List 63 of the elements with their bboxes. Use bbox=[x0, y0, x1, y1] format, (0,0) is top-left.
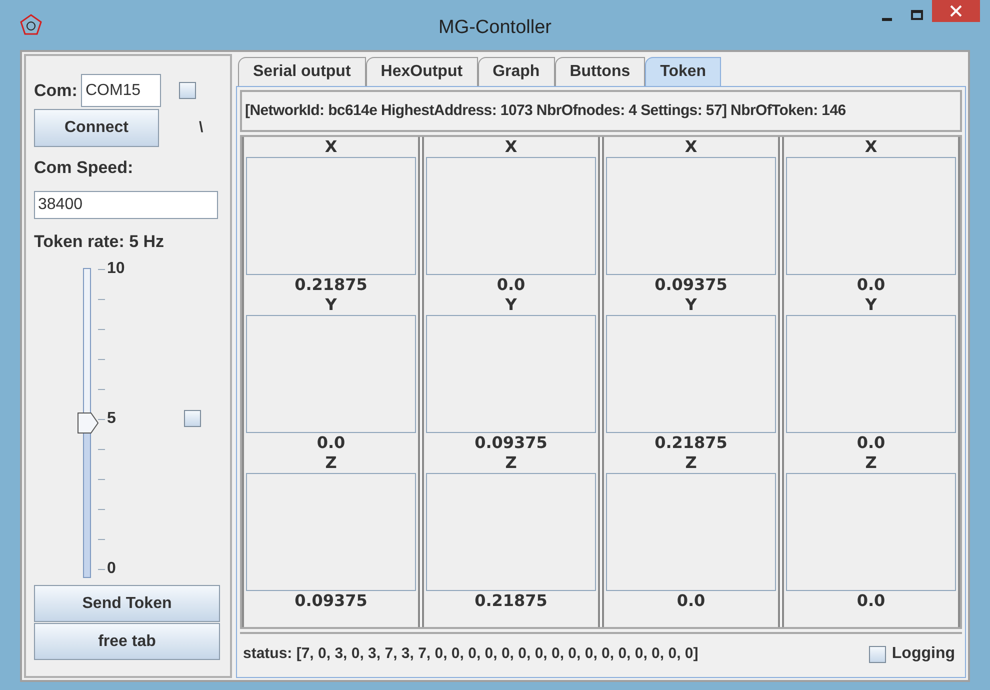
slider-tick bbox=[98, 479, 105, 480]
tab[interactable]: Serial output bbox=[238, 57, 366, 86]
axis-label: X bbox=[864, 137, 878, 157]
axis-reading: 0.09375 bbox=[654, 275, 728, 295]
axis-label: Z bbox=[505, 453, 517, 473]
slider-thumb[interactable] bbox=[77, 412, 99, 434]
window-title: MG-Contoller bbox=[438, 16, 552, 40]
slider-tick bbox=[98, 329, 105, 330]
axis-reading: 0.09375 bbox=[294, 591, 368, 611]
slider-tick bbox=[98, 269, 105, 270]
slider-tick bbox=[98, 359, 105, 360]
axis-label: X bbox=[324, 137, 338, 157]
axis-reading: 0.21875 bbox=[294, 275, 368, 295]
tab[interactable]: HexOutput bbox=[366, 57, 478, 86]
rate-label: Token rate: 5 Hz bbox=[34, 230, 166, 252]
close-icon bbox=[950, 5, 962, 17]
axis-reading: 0.0 bbox=[856, 591, 886, 611]
axis-reading: 0.21875 bbox=[474, 591, 548, 611]
tab[interactable]: Graph bbox=[478, 57, 555, 86]
speed-field[interactable]: 38400 bbox=[34, 190, 218, 218]
axis-reading: 0.0 bbox=[316, 433, 346, 453]
axis-reading: 0.0 bbox=[676, 591, 706, 611]
busy-indicator: \ bbox=[199, 118, 204, 138]
action-button[interactable]: Send Token bbox=[34, 585, 220, 622]
slider-tick bbox=[98, 449, 105, 450]
com-field[interactable]: COM15 bbox=[81, 74, 162, 107]
axis-reading: 0.21875 bbox=[654, 433, 728, 453]
axis-reading: 0.09375 bbox=[474, 433, 548, 453]
com-label: Com: bbox=[34, 80, 78, 102]
action-button[interactable]: free tab bbox=[34, 623, 220, 660]
checkbox[interactable] bbox=[868, 646, 886, 662]
slider-tick bbox=[98, 299, 105, 300]
tab[interactable]: Buttons bbox=[554, 57, 646, 86]
tab[interactable]: Token bbox=[645, 57, 722, 86]
axis-label: Y bbox=[325, 295, 337, 315]
logging-label: Logging bbox=[892, 644, 955, 664]
axis-reading: 0.0 bbox=[856, 433, 886, 453]
slider-tick bbox=[98, 509, 105, 510]
slider-label: 0 bbox=[107, 561, 116, 577]
slider-tick bbox=[98, 389, 105, 390]
axis-reading: 0.0 bbox=[856, 275, 886, 295]
axis-reading: 0.0 bbox=[496, 275, 526, 295]
slider-label: 10 bbox=[107, 261, 125, 277]
connect-button[interactable]: Connect bbox=[34, 109, 159, 147]
checkbox[interactable] bbox=[184, 410, 201, 427]
slider-label: 5 bbox=[107, 411, 116, 427]
axis-label: Z bbox=[685, 453, 697, 473]
axis-label: Y bbox=[685, 295, 697, 315]
axis-label: Z bbox=[865, 453, 877, 473]
checkbox[interactable] bbox=[179, 82, 196, 99]
slider-tick bbox=[98, 419, 105, 420]
slider-tick bbox=[98, 569, 105, 570]
status-text: status: [7, 0, 3, 0, 3, 7, 3, 7, 0, 0, 0, 0, 0, 0, 0, 0, 0, 0, 0, 0, 0, 0, 0, 0] bbox=[243, 644, 698, 664]
network-info: [NetworkId: bc614e HighestAddress: 1073 NbrOfnodes: 4 Settings: 57] NbrOfToken: 146 bbox=[245, 100, 846, 121]
axis-label: Z bbox=[325, 453, 337, 473]
app-icon bbox=[20, 14, 42, 36]
slider-tick bbox=[98, 539, 105, 540]
axis-label: X bbox=[684, 137, 698, 157]
axis-label: Y bbox=[865, 295, 877, 315]
close-button[interactable] bbox=[932, 0, 980, 22]
axis-label: X bbox=[504, 137, 518, 157]
speed-label: Com Speed: bbox=[34, 157, 134, 179]
axis-label: Y bbox=[505, 295, 517, 315]
